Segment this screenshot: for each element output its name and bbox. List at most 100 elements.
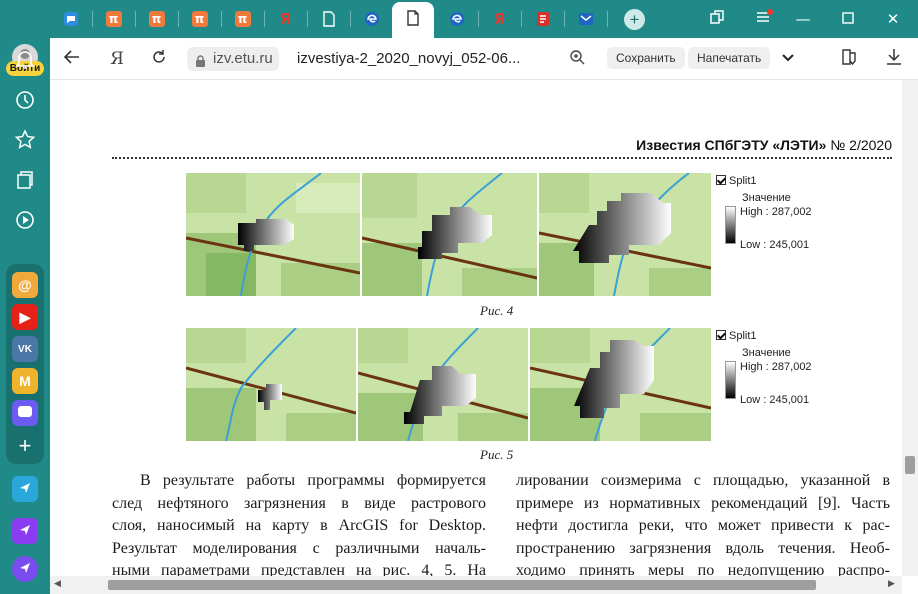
add-app-button[interactable]: + bbox=[13, 433, 37, 458]
tab-manager-button[interactable] bbox=[704, 7, 730, 31]
figure-5-map-3 bbox=[530, 328, 711, 441]
reading-mode-button[interactable] bbox=[837, 47, 861, 71]
tab-edge-2[interactable] bbox=[440, 5, 473, 33]
yandex-icon: Я bbox=[279, 10, 292, 28]
document-icon bbox=[321, 11, 337, 27]
gmail-app[interactable]: M bbox=[12, 368, 38, 394]
pi-icon: π bbox=[105, 11, 122, 27]
scroll-right-arrow-icon[interactable]: ▶ bbox=[888, 579, 895, 589]
url-field[interactable]: izv.etu.ru izvestiya-2_2020_novyj_052-06… bbox=[187, 45, 537, 73]
alice-button[interactable] bbox=[12, 556, 38, 582]
horizontal-scroll-thumb[interactable] bbox=[108, 580, 816, 590]
tab-separator bbox=[221, 11, 222, 27]
figure-4-map-3 bbox=[539, 173, 711, 296]
copy-tabs-icon bbox=[709, 9, 725, 29]
tab-pi-3[interactable]: π bbox=[183, 5, 216, 33]
legend-low: Low : 245,001 bbox=[740, 239, 810, 251]
scroll-left-arrow-icon[interactable]: ◀ bbox=[54, 579, 61, 589]
text-line: В результате работы программы формируетс… bbox=[140, 472, 486, 489]
figure-4-caption: Рис. 4 bbox=[480, 303, 514, 318]
pdf-viewer[interactable]: Известия СПбГЭТУ «ЛЭТИ» № 2/2020 Split1 … bbox=[50, 80, 902, 576]
tab-separator bbox=[350, 11, 351, 27]
maximize-button[interactable] bbox=[835, 7, 861, 31]
legend-checkbox[interactable] bbox=[716, 175, 726, 185]
vk-icon: VK bbox=[18, 343, 32, 355]
text-line: ходимо принять меры по недопущению распр… bbox=[516, 562, 890, 576]
tab-yandex-2[interactable]: Я bbox=[483, 5, 516, 33]
back-button[interactable] bbox=[60, 47, 84, 71]
mail-at-app[interactable]: @ bbox=[12, 272, 38, 298]
vk-app[interactable]: VK bbox=[12, 336, 38, 362]
tab-pi-1[interactable]: π bbox=[97, 5, 130, 33]
maximize-icon bbox=[842, 10, 854, 28]
messenger-bottom-button[interactable] bbox=[12, 518, 38, 544]
play-circle-icon bbox=[13, 208, 37, 237]
tab-mail[interactable] bbox=[569, 5, 602, 33]
pi-icon: π bbox=[234, 11, 251, 27]
text-line: Результат моделирования с различными нач… bbox=[112, 539, 486, 557]
collections-icon bbox=[13, 168, 37, 197]
new-tab-button[interactable]: + bbox=[624, 9, 645, 30]
tab-pi-2[interactable]: π bbox=[140, 5, 173, 33]
save-button[interactable]: Сохранить bbox=[607, 47, 685, 69]
browser-sidebar: Войти @ ▶ VK M + bbox=[0, 38, 50, 594]
notifications-button[interactable] bbox=[13, 50, 37, 74]
text-line: ными параметрами представлен на рис. 4, … bbox=[112, 562, 486, 576]
clock-icon bbox=[13, 88, 37, 117]
figure-4-map-2 bbox=[362, 173, 537, 296]
yandex-logo-icon: Я bbox=[110, 49, 124, 69]
send-app-button[interactable] bbox=[12, 476, 38, 502]
more-options-dropdown[interactable] bbox=[776, 47, 800, 71]
bookmarks-button[interactable] bbox=[13, 128, 37, 154]
tab-active-document[interactable] bbox=[392, 2, 434, 38]
tab-yandex-1[interactable]: Я bbox=[269, 5, 302, 33]
body-text-right-column: лировании соизмерима с площадью, указанн… bbox=[516, 470, 890, 576]
text-line: слоя, наносимый на карту в ArcGIS for De… bbox=[112, 517, 486, 535]
text-line: след нефтяного загрязнения в виде растро… bbox=[112, 494, 486, 512]
tab-separator bbox=[478, 11, 479, 27]
minimize-button[interactable]: — bbox=[790, 7, 816, 31]
horizontal-scrollbar[interactable]: ◀ ▶ bbox=[50, 576, 902, 594]
text-line: нефти достигла реки, что может привести … bbox=[516, 517, 890, 535]
legend-low: Low : 245,001 bbox=[740, 394, 810, 406]
menu-lines-icon bbox=[755, 9, 773, 29]
vertical-scroll-thumb[interactable] bbox=[905, 456, 915, 474]
tab-strip: π π π π Я Я + — ✕ bbox=[0, 0, 918, 38]
edge-icon bbox=[449, 11, 465, 27]
tab-red-doc[interactable] bbox=[526, 5, 559, 33]
plus-icon: + bbox=[629, 10, 640, 29]
reload-button[interactable] bbox=[147, 47, 171, 71]
history-button[interactable] bbox=[13, 90, 37, 114]
at-sign-icon: @ bbox=[18, 277, 32, 293]
legend-color-ramp bbox=[725, 361, 736, 399]
text-line: примере из нормативных рекомендаций [9].… bbox=[516, 494, 890, 512]
bell-icon bbox=[13, 48, 37, 77]
page-title-text: izvestiya-2_2020_novyj_052-06... bbox=[297, 50, 521, 67]
tab-document-1[interactable] bbox=[312, 5, 345, 33]
mail-icon bbox=[578, 11, 594, 27]
tab-separator bbox=[607, 11, 608, 27]
collections-button[interactable] bbox=[13, 170, 37, 194]
tab-edge-1[interactable] bbox=[355, 5, 388, 33]
close-window-button[interactable]: ✕ bbox=[880, 7, 906, 31]
legend-checkbox[interactable] bbox=[716, 330, 726, 340]
notifications-menu-button[interactable] bbox=[751, 7, 777, 31]
messenger-icon bbox=[17, 405, 33, 422]
media-button[interactable] bbox=[13, 210, 37, 234]
downloads-button[interactable] bbox=[882, 47, 906, 71]
youtube-app[interactable]: ▶ bbox=[12, 304, 38, 330]
messenger-app[interactable] bbox=[12, 400, 38, 426]
tab-separator bbox=[521, 11, 522, 27]
yandex-home-button[interactable]: Я bbox=[105, 47, 129, 71]
tab-pi-4[interactable]: π bbox=[226, 5, 259, 33]
vertical-scrollbar[interactable] bbox=[902, 80, 918, 576]
zoom-button[interactable] bbox=[565, 47, 589, 71]
chevron-down-icon bbox=[781, 50, 795, 68]
messenger-icon bbox=[18, 523, 32, 540]
tab-separator bbox=[178, 11, 179, 27]
figure-5-map-1 bbox=[186, 328, 356, 441]
download-icon bbox=[886, 48, 902, 71]
site-domain-chip[interactable]: izv.etu.ru bbox=[187, 47, 279, 71]
tab-chat[interactable] bbox=[54, 5, 87, 33]
print-button[interactable]: Напечатать bbox=[688, 47, 771, 69]
